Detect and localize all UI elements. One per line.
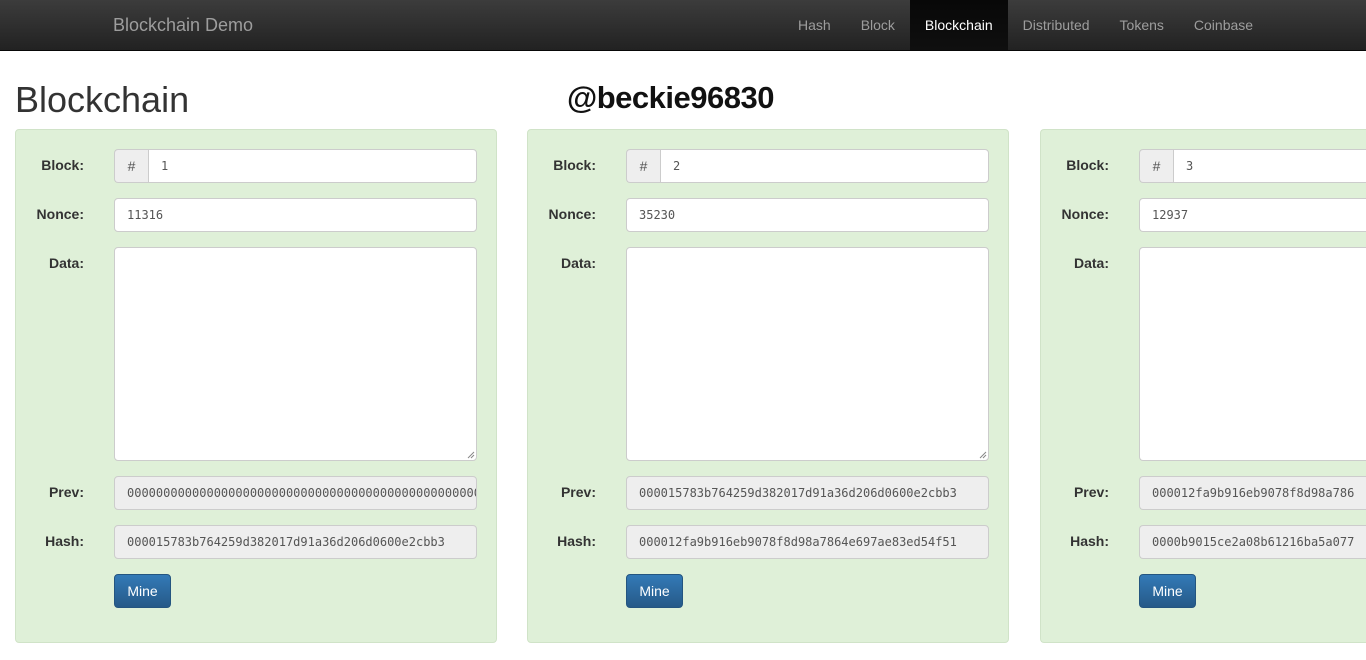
prev-label: Prev:: [48, 484, 84, 500]
nav-item-hash[interactable]: Hash: [783, 0, 846, 50]
prev-label: Prev:: [1073, 484, 1109, 500]
hash-label: Hash:: [557, 533, 596, 549]
prev-label: Prev:: [560, 484, 596, 500]
mine-button[interactable]: Mine: [1139, 574, 1196, 608]
resize-handle-icon[interactable]: [465, 449, 475, 459]
block-card-1: Block: # 1 Nonce: 11316 Data: Prev: 0000…: [15, 129, 497, 643]
page-title: Blockchain: [15, 79, 190, 120]
resize-handle-icon[interactable]: [977, 449, 987, 459]
block-number-input[interactable]: 2: [660, 149, 989, 183]
data-label: Data:: [1073, 255, 1109, 271]
block-number-group: # 1: [114, 149, 477, 183]
nav-item-blockchain[interactable]: Blockchain: [909, 0, 1008, 50]
nonce-input[interactable]: 35230: [626, 198, 989, 232]
nonce-label: Nonce:: [548, 206, 596, 222]
nonce-label: Nonce:: [1061, 206, 1109, 222]
block-label: Block:: [553, 157, 596, 173]
nav-item-distributed[interactable]: Distributed: [1008, 0, 1105, 50]
block-number-input[interactable]: 3: [1173, 149, 1366, 183]
nav-item-tokens[interactable]: Tokens: [1105, 0, 1179, 50]
watermark-text: @beckie96830: [567, 80, 774, 115]
block-number-input[interactable]: 1: [148, 149, 477, 183]
prev-hash-field: 000012fa9b916eb9078f8d98a786: [1139, 476, 1366, 510]
nav-menu: Hash Block Blockchain Distributed Tokens…: [783, 0, 1268, 50]
block-card-2: Block: # 2 Nonce: 35230 Data: Prev: 0000…: [527, 129, 1009, 643]
block-number-group: # 3: [1139, 149, 1366, 183]
mine-button[interactable]: Mine: [114, 574, 171, 608]
block-number-prefix: #: [626, 149, 660, 183]
nav-item-block[interactable]: Block: [846, 0, 910, 50]
mine-button[interactable]: Mine: [626, 574, 683, 608]
data-label: Data:: [48, 255, 84, 271]
hash-field: 000012fa9b916eb9078f8d98a7864e697ae83ed5…: [626, 525, 989, 559]
data-label: Data:: [560, 255, 596, 271]
hash-label: Hash:: [1070, 533, 1109, 549]
block-card-3: Block: # 3 Nonce: 12937 Data: Prev: 0000…: [1040, 129, 1366, 643]
hash-label: Hash:: [45, 533, 84, 549]
block-number-group: # 2: [626, 149, 989, 183]
nonce-input[interactable]: 11316: [114, 198, 477, 232]
navbar-brand[interactable]: Blockchain Demo: [113, 14, 253, 36]
block-label: Block:: [1066, 157, 1109, 173]
data-textarea[interactable]: [1139, 247, 1366, 461]
nav-item-coinbase[interactable]: Coinbase: [1179, 0, 1268, 50]
nonce-input[interactable]: 12937: [1139, 198, 1366, 232]
block-number-prefix: #: [1139, 149, 1173, 183]
hash-field: 000015783b764259d382017d91a36d206d0600e2…: [114, 525, 477, 559]
nonce-label: Nonce:: [36, 206, 84, 222]
prev-hash-field: 000015783b764259d382017d91a36d206d0600e2…: [626, 476, 989, 510]
top-navbar: Blockchain Demo Hash Block Blockchain Di…: [0, 0, 1366, 51]
data-textarea[interactable]: [114, 247, 477, 461]
data-textarea[interactable]: [626, 247, 989, 461]
prev-hash-field: 0000000000000000000000000000000000000000…: [114, 476, 477, 510]
block-number-prefix: #: [114, 149, 148, 183]
block-label: Block:: [41, 157, 84, 173]
hash-field: 0000b9015ce2a08b61216ba5a077: [1139, 525, 1366, 559]
